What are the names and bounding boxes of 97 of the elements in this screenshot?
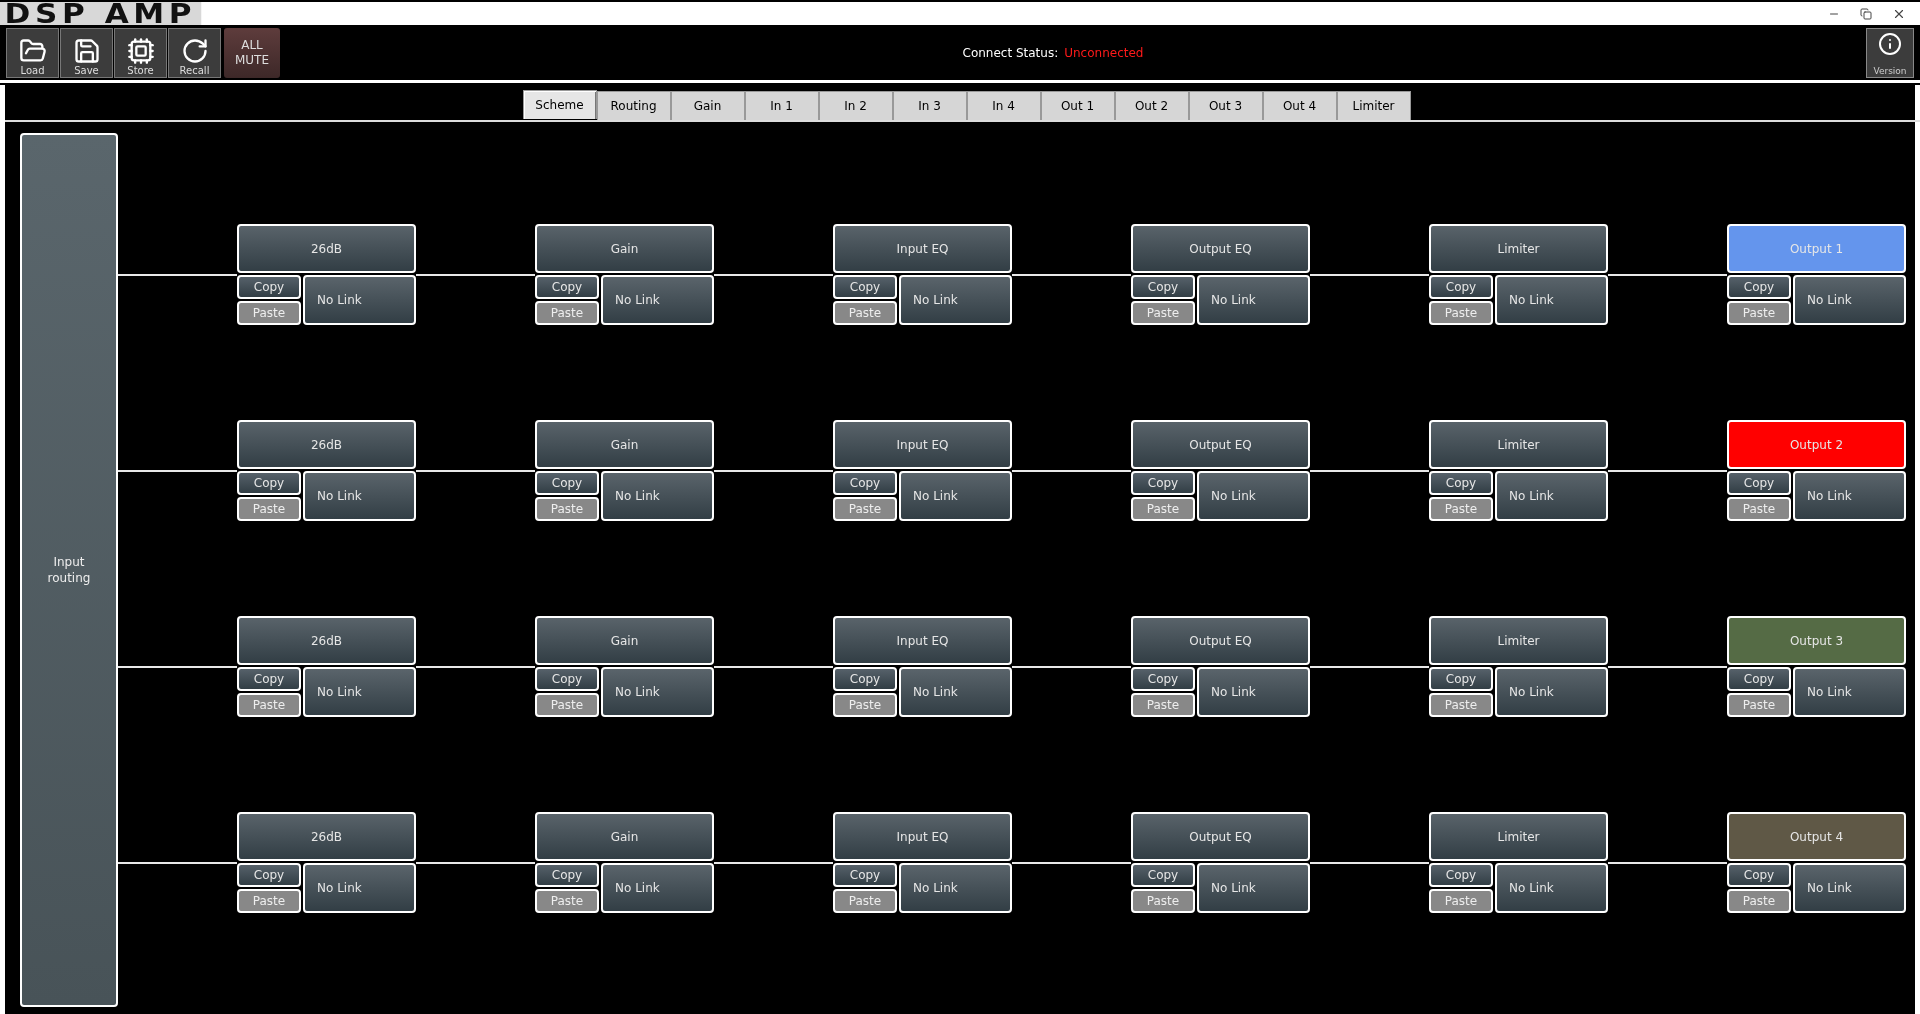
copy-button[interactable]: Copy: [1131, 863, 1195, 887]
tab[interactable]: In 3: [892, 91, 967, 120]
copy-button[interactable]: Copy: [1727, 667, 1791, 691]
block-button[interactable]: Output EQ: [1131, 420, 1310, 469]
tab[interactable]: Scheme: [522, 90, 597, 119]
link-button[interactable]: No Link: [1793, 471, 1906, 521]
copy-button[interactable]: Copy: [1429, 667, 1493, 691]
block-button[interactable]: Limiter: [1429, 812, 1608, 861]
link-button[interactable]: No Link: [899, 863, 1012, 913]
block-button[interactable]: Gain: [535, 224, 714, 273]
copy-button[interactable]: Copy: [1429, 471, 1493, 495]
tab[interactable]: Out 4: [1262, 91, 1337, 120]
tab[interactable]: Out 2: [1114, 91, 1189, 120]
block-button[interactable]: Gain: [535, 616, 714, 665]
block-button[interactable]: Output 4: [1727, 812, 1906, 861]
link-button[interactable]: No Link: [303, 275, 416, 325]
block-button[interactable]: Input EQ: [833, 420, 1012, 469]
restore-button[interactable]: [1860, 7, 1872, 20]
block-button[interactable]: Gain: [535, 812, 714, 861]
copy-button[interactable]: Copy: [237, 667, 301, 691]
block-button[interactable]: 26dB: [237, 616, 416, 665]
toolbar-button[interactable]: Save: [60, 27, 113, 78]
all-mute-button[interactable]: ALL MUTE: [224, 27, 280, 78]
link-button[interactable]: No Link: [899, 667, 1012, 717]
restore-icon: [1860, 7, 1872, 20]
copy-button[interactable]: Copy: [833, 667, 897, 691]
version-button[interactable]: Version: [1866, 27, 1914, 78]
copy-button[interactable]: Copy: [833, 471, 897, 495]
link-button[interactable]: No Link: [1197, 863, 1310, 913]
block-button[interactable]: 26dB: [237, 420, 416, 469]
copy-button[interactable]: Copy: [237, 471, 301, 495]
copy-button[interactable]: Copy: [237, 275, 301, 299]
copy-button[interactable]: Copy: [237, 863, 301, 887]
copy-button[interactable]: Copy: [1429, 275, 1493, 299]
block-button[interactable]: 26dB: [237, 812, 416, 861]
toolbar-button[interactable]: Recall: [168, 27, 221, 78]
tab[interactable]: Out 3: [1188, 91, 1263, 120]
refresh-icon: [180, 36, 209, 65]
tab[interactable]: In 4: [966, 91, 1041, 120]
block-button[interactable]: Output EQ: [1131, 224, 1310, 273]
copy-button[interactable]: Copy: [1727, 471, 1791, 495]
block-button[interactable]: Output EQ: [1131, 616, 1310, 665]
link-button[interactable]: No Link: [601, 275, 714, 325]
toolbar-button[interactable]: Load: [6, 27, 59, 78]
link-button[interactable]: No Link: [1793, 667, 1906, 717]
link-button[interactable]: No Link: [1495, 471, 1608, 521]
connect-status-value: Unconnected: [1064, 45, 1144, 60]
copy-button[interactable]: Copy: [1727, 275, 1791, 299]
block-button[interactable]: Limiter: [1429, 420, 1608, 469]
copy-button[interactable]: Copy: [1727, 863, 1791, 887]
tab[interactable]: Gain: [670, 91, 745, 120]
link-button[interactable]: No Link: [899, 275, 1012, 325]
link-button[interactable]: No Link: [1197, 471, 1310, 521]
link-button[interactable]: No Link: [601, 863, 714, 913]
tab[interactable]: Limiter: [1336, 91, 1411, 120]
link-button[interactable]: No Link: [601, 471, 714, 521]
block-button[interactable]: Input EQ: [833, 812, 1012, 861]
link-button[interactable]: No Link: [601, 667, 714, 717]
block-button[interactable]: Output EQ: [1131, 812, 1310, 861]
link-button[interactable]: No Link: [1197, 275, 1310, 325]
block-button[interactable]: Gain: [535, 420, 714, 469]
app-logo: DSP AMP: [0, 2, 201, 25]
toolbar-button[interactable]: Store: [114, 27, 167, 78]
link-button[interactable]: No Link: [303, 667, 416, 717]
copy-button[interactable]: Copy: [833, 863, 897, 887]
copy-button[interactable]: Copy: [535, 275, 599, 299]
copy-button[interactable]: Copy: [1131, 667, 1195, 691]
block-button[interactable]: Output 3: [1727, 616, 1906, 665]
tab[interactable]: Out 1: [1040, 91, 1115, 120]
copy-button[interactable]: Copy: [1429, 863, 1493, 887]
link-button[interactable]: No Link: [1495, 863, 1608, 913]
input-routing-button[interactable]: Input routing: [20, 133, 118, 1007]
link-button[interactable]: No Link: [303, 471, 416, 521]
copy-button[interactable]: Copy: [535, 471, 599, 495]
block-button[interactable]: Limiter: [1429, 224, 1608, 273]
block-button[interactable]: Limiter: [1429, 616, 1608, 665]
block-button[interactable]: 26dB: [237, 224, 416, 273]
copy-button[interactable]: Copy: [535, 863, 599, 887]
link-button[interactable]: No Link: [1197, 667, 1310, 717]
copy-button[interactable]: Copy: [1131, 275, 1195, 299]
copy-button[interactable]: Copy: [833, 275, 897, 299]
link-button[interactable]: No Link: [1793, 275, 1906, 325]
tab[interactable]: In 2: [818, 91, 893, 120]
link-button[interactable]: No Link: [303, 863, 416, 913]
link-button[interactable]: No Link: [899, 471, 1012, 521]
connect-status-label: Connect Status:: [962, 45, 1059, 60]
link-button[interactable]: No Link: [1793, 863, 1906, 913]
link-button[interactable]: No Link: [1495, 275, 1608, 325]
link-button[interactable]: No Link: [1495, 667, 1608, 717]
tab[interactable]: Routing: [596, 91, 671, 120]
copy-button[interactable]: Copy: [535, 667, 599, 691]
tab[interactable]: In 1: [744, 91, 819, 120]
chip-icon: [126, 36, 155, 65]
block-button[interactable]: Input EQ: [833, 616, 1012, 665]
copy-button[interactable]: Copy: [1131, 471, 1195, 495]
info-icon: [1878, 31, 1902, 56]
block-button[interactable]: Input EQ: [833, 224, 1012, 273]
